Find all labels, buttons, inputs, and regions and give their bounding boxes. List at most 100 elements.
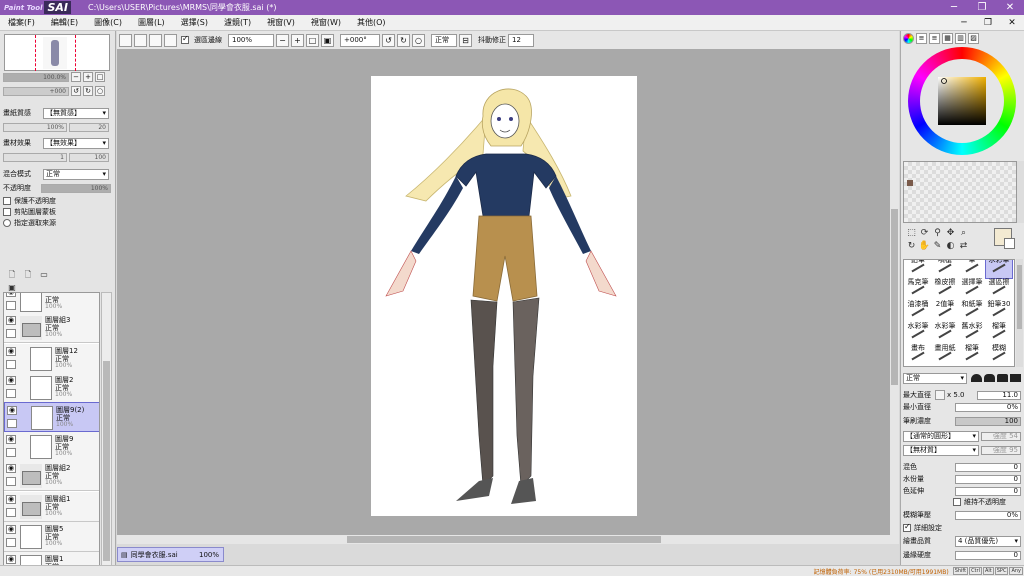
doc-minimize-button[interactable]: ─	[952, 18, 976, 28]
palette-tab-icon[interactable]: ▨	[968, 33, 979, 44]
brush-mode-select[interactable]: 正常	[903, 372, 967, 384]
maximize-button[interactable]: ❐	[968, 0, 996, 15]
visibility-eye-icon[interactable]: ◉	[6, 376, 16, 385]
rect-select-icon[interactable]: ⬚	[905, 227, 918, 240]
brush-shape-strength[interactable]: 強度 54	[981, 431, 1021, 441]
blend-mode-select[interactable]: 正常	[43, 168, 109, 180]
brush-tool[interactable]: 馬克筆	[905, 278, 931, 300]
scratchpad[interactable]	[903, 161, 1017, 223]
brush-tool[interactable]: 2值筆	[932, 300, 958, 322]
brush-shape-select[interactable]: 【通常的圓形】	[903, 430, 979, 442]
doc-close-button[interactable]: ✕	[1000, 18, 1024, 28]
mask-icon[interactable]	[53, 265, 67, 276]
flip-icon[interactable]: ⊟	[459, 33, 472, 47]
density-value[interactable]: 100	[955, 416, 1021, 426]
brush-tool[interactable]: 油漆桶	[905, 300, 931, 322]
zoom-out-icon[interactable]: −	[276, 33, 289, 47]
brush-tool[interactable]: 水彩筆	[985, 260, 1013, 279]
layer-lock-icon[interactable]	[6, 329, 16, 338]
scratchpad-scrollbar[interactable]	[1017, 161, 1024, 223]
new-layer-icon[interactable]: 🗋	[5, 269, 19, 280]
rotate-right-icon[interactable]: ↻	[397, 33, 410, 47]
detail-settings-checkbox[interactable]: ✓	[903, 522, 911, 532]
select-edge-checkbox[interactable]: ✓	[181, 34, 189, 44]
material-effect-select[interactable]: 【無效果】	[43, 137, 109, 149]
layer-row[interactable]: ◉ 圖層9(2) 正常 100%	[4, 402, 99, 432]
paper-texture-select[interactable]: 【無質感】	[43, 107, 109, 119]
brush-tool[interactable]: 水彩筆	[932, 322, 958, 344]
menu-canvas[interactable]: 圖像(C)	[86, 17, 130, 28]
layer-row[interactable]: ◉ 圖層9 正常 100%	[4, 432, 99, 462]
color-wheel-tab-icon[interactable]	[903, 33, 914, 44]
zoom-field[interactable]: 100%	[228, 33, 274, 47]
brush-texture-strength[interactable]: 強度 95	[981, 445, 1021, 455]
zoom-in-button[interactable]: +	[83, 72, 93, 82]
menu-view[interactable]: 視窗(V)	[259, 17, 303, 28]
brush-tool[interactable]: 鉛筆30	[986, 300, 1012, 322]
keep-opacity-checkbox[interactable]	[953, 498, 961, 506]
max-size-multiplier[interactable]: x 5.0	[947, 391, 977, 399]
hsv-icon[interactable]: ◐	[944, 240, 957, 253]
new-folder-icon[interactable]: ▭	[37, 269, 51, 280]
paper-scale-slider[interactable]: 100%	[3, 122, 67, 132]
brush-edge-shapes[interactable]	[971, 374, 1021, 382]
layer-lock-icon[interactable]	[7, 419, 17, 428]
size-lock-icon[interactable]	[935, 390, 945, 400]
color-wheel[interactable]	[908, 47, 1016, 155]
brush-tool[interactable]: 模糊	[986, 344, 1012, 366]
persistence-value[interactable]: 0	[955, 486, 1021, 496]
move-icon[interactable]: ✥	[944, 227, 957, 240]
material-strength-slider[interactable]: 100	[69, 152, 109, 162]
edge-hardness-value[interactable]: 0	[955, 550, 1021, 560]
visibility-eye-icon[interactable]: ◉	[6, 293, 16, 297]
rgb-slider-tab-icon[interactable]: ≡	[916, 33, 927, 44]
visibility-eye-icon[interactable]: ◉	[6, 495, 16, 504]
canvas-vertical-scrollbar[interactable]	[890, 49, 899, 535]
zoom-fit-icon[interactable]: □	[306, 33, 319, 47]
layer-lock-icon[interactable]	[6, 508, 16, 517]
brush-tool[interactable]: 選擇筆	[959, 278, 985, 300]
opacity-slider[interactable]: 100%	[41, 183, 111, 193]
visibility-eye-icon[interactable]: ◉	[6, 464, 16, 473]
layer-list-scrollbar[interactable]	[101, 292, 112, 572]
layer-lock-icon[interactable]	[6, 360, 16, 369]
hsv-slider-tab-icon[interactable]: ≡	[929, 33, 940, 44]
minimize-button[interactable]: ─	[940, 0, 968, 15]
zoom-icon[interactable]: ⌕	[957, 227, 970, 240]
canvas-horizontal-scrollbar[interactable]	[117, 535, 899, 544]
clipping-mask-checkbox[interactable]	[3, 208, 11, 216]
blur-pressure-value[interactable]: 0%	[955, 510, 1021, 520]
canvas-horizontal-thumb[interactable]	[347, 536, 661, 543]
brush-scroll-thumb[interactable]	[1017, 265, 1022, 329]
swatches-tab-icon[interactable]: ▦	[942, 33, 953, 44]
blend-value[interactable]: 0	[955, 462, 1021, 472]
visibility-eye-icon[interactable]: ◉	[7, 406, 17, 415]
close-button[interactable]: ✕	[996, 0, 1024, 15]
layer-row[interactable]: ◉ 圖層12 正常 100%	[4, 344, 99, 374]
canvas-paper[interactable]	[371, 76, 637, 516]
layer-lock-icon[interactable]	[6, 448, 16, 457]
layer-lock-icon[interactable]	[6, 538, 16, 547]
paper-strength-slider[interactable]: 20	[69, 122, 109, 132]
visibility-eye-icon[interactable]: ◉	[6, 316, 16, 325]
navigator-preview[interactable]	[4, 34, 110, 71]
scratchpad-tab-icon[interactable]: ▥	[955, 33, 966, 44]
layer-row[interactable]: ◉ 圖層組3 正常 100%	[4, 313, 99, 343]
menu-file[interactable]: 檔案(F)	[0, 17, 43, 28]
material-level-slider[interactable]: 1	[3, 152, 67, 162]
menu-layer[interactable]: 圖層(L)	[130, 17, 173, 28]
max-size-value[interactable]: 11.0	[977, 390, 1021, 400]
min-size-value[interactable]: 0%	[955, 402, 1021, 412]
layer-lock-icon[interactable]	[6, 477, 16, 486]
layer-lock-icon[interactable]	[6, 301, 16, 310]
zoom-slider[interactable]: 100.0%	[3, 72, 69, 82]
zoom-out-button[interactable]: −	[71, 72, 81, 82]
rotate-reset-button[interactable]: ○	[95, 86, 105, 96]
layer-row[interactable]: ◉ 圖層組1 正常 100%	[4, 492, 99, 522]
merge-down-icon[interactable]	[85, 265, 99, 276]
stabilizer-select[interactable]: 12	[508, 33, 534, 47]
fill-button[interactable]	[164, 33, 177, 47]
rotate-reset-icon[interactable]: ○	[412, 33, 425, 47]
layer-list-scroll-thumb[interactable]	[103, 361, 110, 561]
menu-edit[interactable]: 編輯(E)	[43, 17, 86, 28]
